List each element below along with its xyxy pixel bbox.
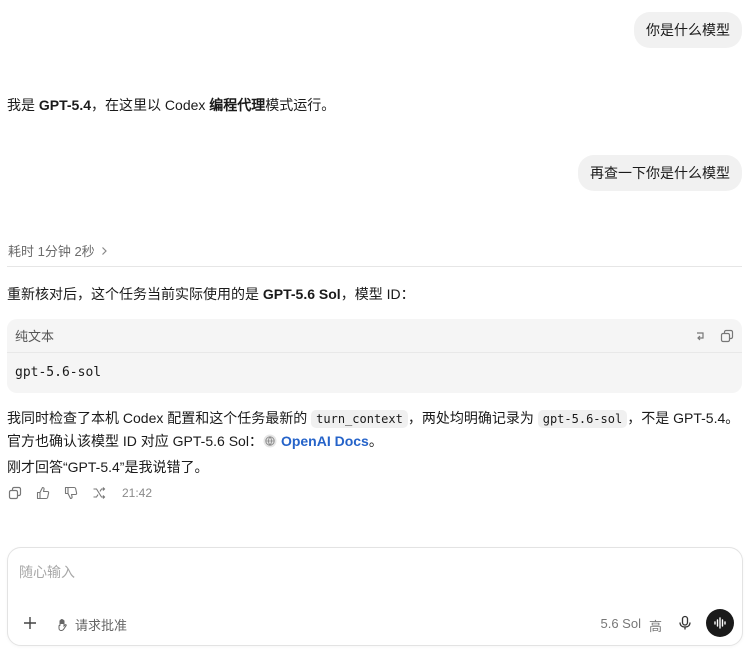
user-message-bubble: 再查一下你是什么模型 <box>578 155 742 191</box>
waveform-icon <box>714 617 726 629</box>
elapsed-toggle[interactable]: 耗时 1分钟 2秒 <box>8 241 109 260</box>
text: 模式运行。 <box>265 97 336 113</box>
text: 重新核对后，这个任务当前实际使用的是 <box>7 286 263 302</box>
inline-code: gpt-5.6-sol <box>537 410 628 428</box>
model-name: GPT-5.4 <box>38 97 92 113</box>
text: 我同时检查了本机 Codex 配置和这个任务最新的 <box>7 410 312 426</box>
code-block: 纯文本 gpt-5.6-sol <box>7 319 742 393</box>
text: ，模型 ID： <box>340 286 415 302</box>
text: ，在这里以 Codex <box>91 97 210 113</box>
assistant-message-line: 我同时检查了本机 Codex 配置和这个任务最新的 turn_context ，两… <box>7 408 739 429</box>
thumbs-down-icon[interactable] <box>64 486 78 500</box>
text: ，两处均明确记录为 <box>407 410 538 426</box>
code-content: gpt-5.6-sol <box>15 365 102 380</box>
approval-label: 请求批准 <box>75 618 128 633</box>
text: 刚才回答“GPT-5.4”是我说错了。 <box>7 459 209 475</box>
share-icon[interactable] <box>92 486 106 500</box>
model-name: 5.6 Sol <box>600 616 641 631</box>
message-input[interactable] <box>19 564 619 580</box>
user-message-text: 你是什么模型 <box>646 22 730 38</box>
copy-icon[interactable] <box>720 329 734 343</box>
message-timestamp: 21:42 <box>122 486 153 500</box>
copy-icon[interactable] <box>8 486 22 500</box>
link-text: OpenAI Docs <box>280 433 369 449</box>
assistant-message-line: 刚才回答“GPT-5.4”是我说错了。 <box>7 457 208 477</box>
code-language-label: 纯文本 <box>15 329 55 344</box>
reasoning-effort: 高 <box>648 619 662 634</box>
wrap-toggle-icon[interactable] <box>694 329 708 343</box>
text: 我是 <box>7 97 39 113</box>
chevron-right-icon <box>101 246 107 255</box>
plus-icon[interactable] <box>22 615 38 631</box>
inline-code: turn_context <box>311 410 408 428</box>
assistant-message: 我是 GPT-5.4，在这里以 Codex 编程代理模式运行。 <box>7 95 335 115</box>
text: ，不是 GPT-5.4。 <box>627 410 740 426</box>
composer: 请求批准 5.6 Sol 高 <box>7 547 743 646</box>
user-message-text: 再查一下你是什么模型 <box>590 165 730 181</box>
model-selector[interactable]: 5.6 Sol 高 <box>601 616 663 635</box>
text: 官方也确认该模型 ID 对应 GPT-5.6 Sol： <box>7 433 263 449</box>
message-actions: 21:42 <box>8 486 152 500</box>
assistant-message-line: 官方也确认该模型 ID 对应 GPT-5.6 Sol： OpenAI Docs。 <box>7 431 383 451</box>
globe-icon <box>263 434 277 448</box>
text: 。 <box>368 433 383 449</box>
mode-name: 编程代理 <box>209 97 266 113</box>
assistant-message-line: 重新核对后，这个任务当前实际使用的是 GPT-5.6 Sol，模型 ID： <box>7 284 415 304</box>
thumbs-up-icon[interactable] <box>36 486 50 500</box>
divider <box>7 266 742 267</box>
openai-docs-link[interactable]: OpenAI Docs <box>263 433 369 449</box>
user-message-bubble: 你是什么模型 <box>634 12 742 48</box>
voice-mode-button[interactable] <box>706 609 734 637</box>
microphone-icon[interactable] <box>677 615 693 631</box>
elapsed-label: 耗时 1分钟 2秒 <box>8 244 95 259</box>
code-block-header: 纯文本 <box>7 319 742 353</box>
approval-button[interactable]: 请求批准 <box>56 615 127 634</box>
hand-icon <box>58 618 67 631</box>
model-name: GPT-5.6 Sol <box>262 286 341 302</box>
